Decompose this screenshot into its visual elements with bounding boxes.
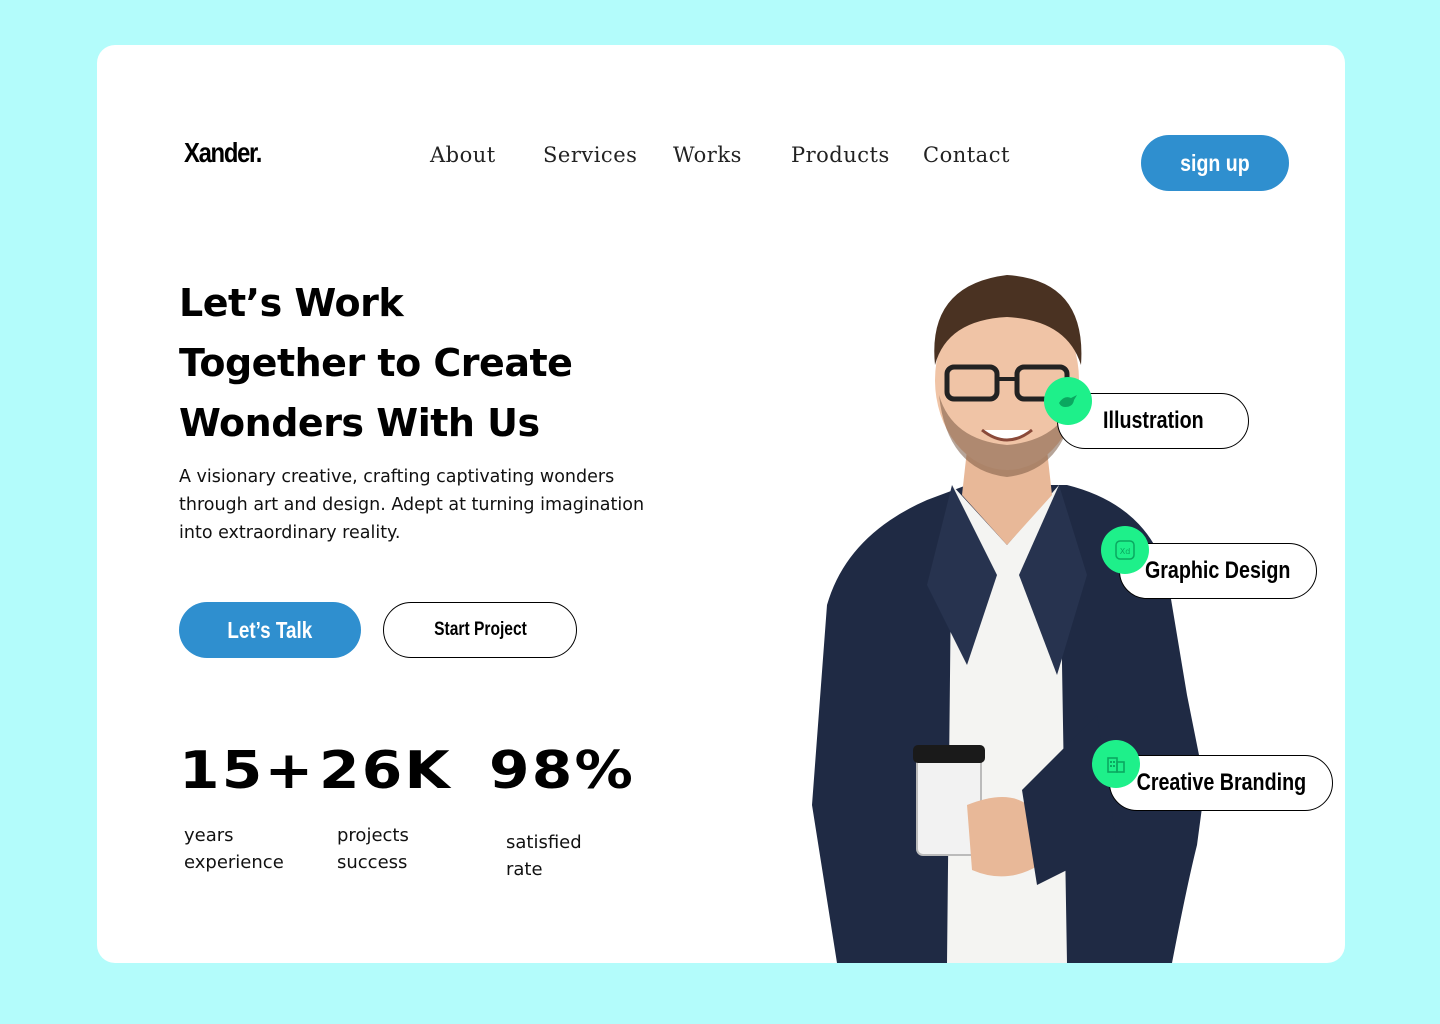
building-icon xyxy=(1092,740,1140,788)
stat-years-label-line-1: years xyxy=(184,825,234,846)
xd-icon: Xd xyxy=(1101,526,1149,574)
stat-satisfaction-label-line-1: satisfied xyxy=(506,832,582,853)
hero-description: A visionary creative, crafting captivati… xyxy=(179,467,645,543)
stat-years-label: years experience xyxy=(184,822,284,876)
service-creative-branding[interactable]: Creative Branding xyxy=(1109,755,1333,811)
stat-satisfaction-label-line-2: rate xyxy=(506,859,543,880)
stat-years-label-line-2: experience xyxy=(184,852,284,873)
signup-button[interactable]: sign up xyxy=(1141,135,1289,191)
stat-satisfaction-value: 98% xyxy=(489,741,636,801)
service-illustration-label: Illustration xyxy=(1102,407,1204,434)
nav-works[interactable]: Works xyxy=(673,143,742,167)
person-photo xyxy=(812,275,1205,963)
bird-icon xyxy=(1044,377,1092,425)
hero-headline: Let’s Work Together to Create Wonders Wi… xyxy=(179,273,573,453)
headline-line-1: Let’s Work xyxy=(179,281,404,325)
service-graphic-design-label: Graphic Design xyxy=(1145,557,1291,584)
stat-satisfaction-label: satisfied rate xyxy=(506,829,582,883)
nav-contact[interactable]: Contact xyxy=(923,143,1010,167)
headline-line-3: Wonders With Us xyxy=(179,401,540,445)
nav-services[interactable]: Services xyxy=(543,143,637,167)
brand-logo[interactable]: Xander. xyxy=(184,137,262,169)
service-creative-branding-label: Creative Branding xyxy=(1136,769,1306,796)
stat-projects-label-line-2: success xyxy=(337,852,408,873)
start-project-button[interactable]: Start Project xyxy=(383,602,577,658)
nav-about[interactable]: About xyxy=(430,143,496,167)
start-project-label: Start Project xyxy=(433,619,527,640)
lets-talk-label: Let’s Talk xyxy=(227,616,313,643)
stat-years-value: 15+ xyxy=(179,741,316,801)
nav-products[interactable]: Products xyxy=(791,143,890,167)
signup-button-label: sign up xyxy=(1180,149,1250,176)
stat-projects-label-line-1: projects xyxy=(337,825,409,846)
headline-line-2: Together to Create xyxy=(179,341,573,385)
stat-projects-label: projects success xyxy=(337,822,409,876)
lets-talk-button[interactable]: Let’s Talk xyxy=(179,602,361,658)
stat-projects-value: 26K xyxy=(319,741,452,801)
svg-text:Xd: Xd xyxy=(1120,547,1131,556)
main-card: Xander. About Services Works Products Co… xyxy=(97,45,1345,963)
